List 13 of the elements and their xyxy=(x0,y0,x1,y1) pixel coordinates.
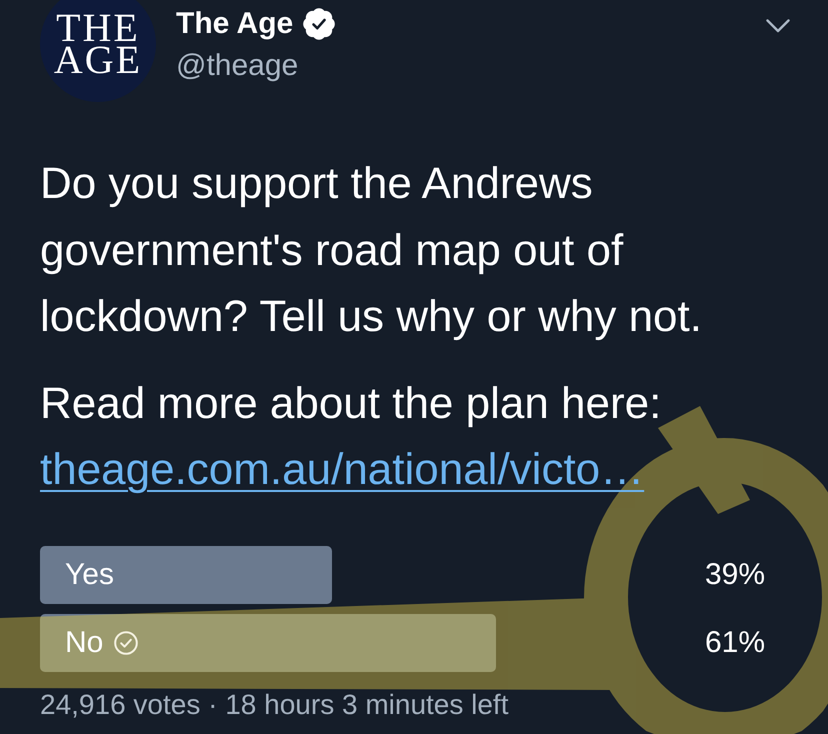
poll-percentage: 61% xyxy=(704,625,765,661)
account-name: The Age xyxy=(176,6,294,42)
chevron-down-icon[interactable] xyxy=(766,19,790,33)
poll-option-label: Yes xyxy=(65,557,114,593)
poll-summary: 24,916 votes · 18 hours 3 minutes left xyxy=(40,688,508,722)
tweet-text: Do you support the Andrews government's road map out of lockdown? Tell us why or why not. xyxy=(40,158,703,343)
account-handle: @theage xyxy=(176,48,298,84)
poll-percentage: 39% xyxy=(704,557,765,593)
read-more-text: Read more about the plan here: xyxy=(40,378,662,430)
logo-word: THE xyxy=(56,12,140,44)
logo-word: AGE xyxy=(54,44,142,76)
poll-option-label: No xyxy=(65,625,104,661)
article-link[interactable]: theage.com.au/national/victo… xyxy=(40,437,644,502)
